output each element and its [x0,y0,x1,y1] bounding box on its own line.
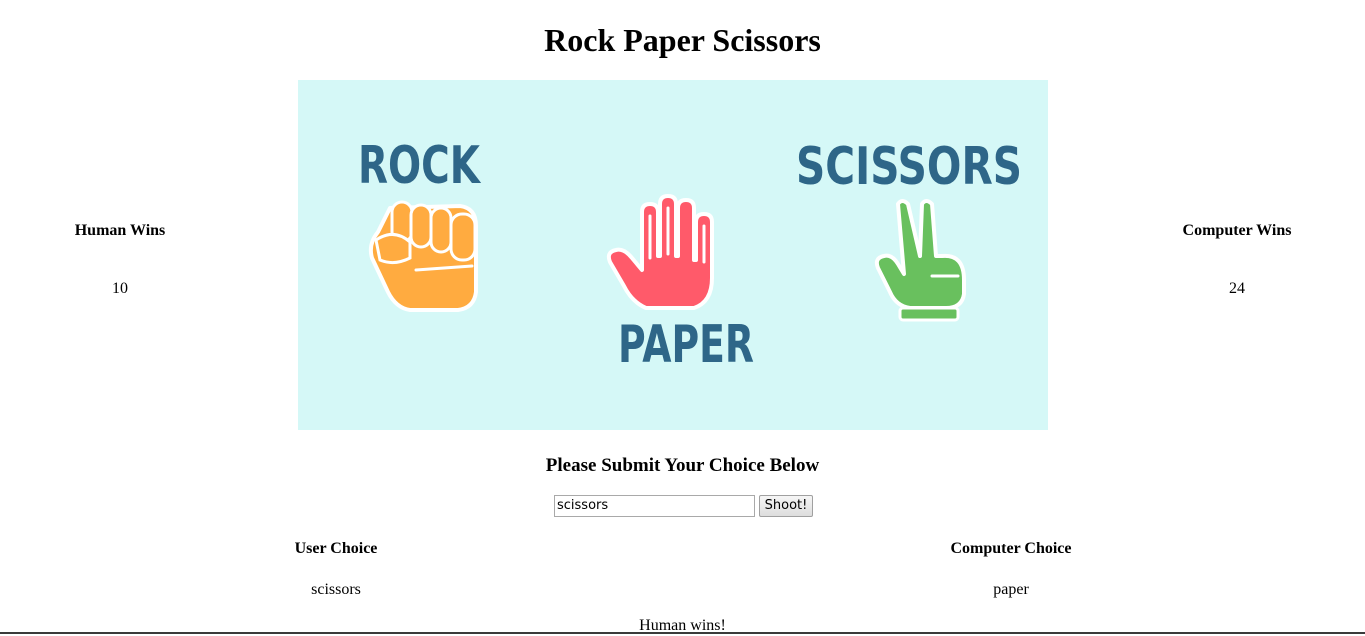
open-hand-icon [606,194,714,310]
page-title: Rock Paper Scissors [544,22,821,58]
human-wins-count: 10 [112,280,128,297]
computer-wins-label: Computer Wins [1182,222,1292,239]
user-choice-label: User Choice [294,540,378,557]
fist-icon [368,200,478,312]
shoot-button[interactable]: Shoot! [759,495,813,517]
choice-input[interactable] [554,495,755,517]
peace-sign-hand-icon [874,199,966,322]
computer-wins-count: 24 [1229,280,1245,297]
computer-choice-label: Computer Choice [950,540,1072,557]
rock-word: ROCK [358,136,481,196]
computer-choice-value: paper [993,581,1029,598]
choice-prompt: Please Submit Your Choice Below [545,455,820,476]
paper-word: PAPER [618,315,754,375]
user-choice-value: scissors [311,581,361,598]
rock-paper-scissors-banner: ROCK PAPER SCISSORS [298,80,1048,430]
scissors-word: SCISSORS [796,137,1022,197]
human-wins-label: Human Wins [74,222,166,239]
